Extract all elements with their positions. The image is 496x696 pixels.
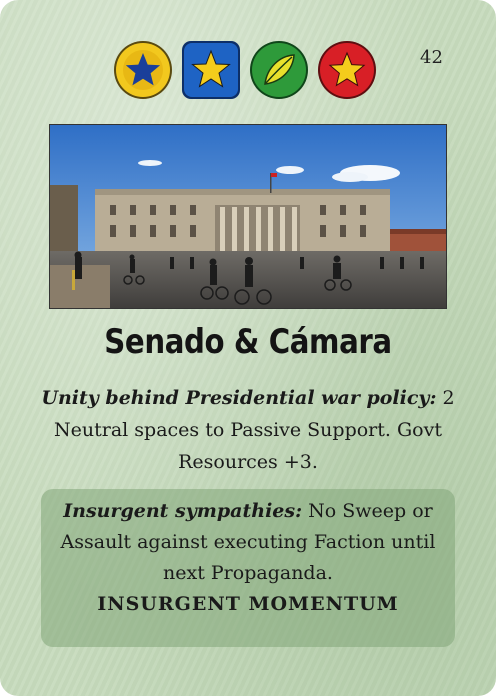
- shaded-event-heading: Insurgent sympathies:: [63, 500, 303, 522]
- shaded-event-box: Insurgent sympathies: No Sweep or Assaul…: [41, 489, 455, 647]
- event-card: 42 Senado & Cámara Unity behind Presiden…: [0, 0, 496, 696]
- card-number: 42: [420, 47, 443, 68]
- red-star-icon: [318, 41, 376, 99]
- event-photo: [49, 124, 447, 309]
- green-leaf-icon: [250, 41, 308, 99]
- yellow-star-icon: [114, 41, 172, 99]
- faction-order: [113, 40, 377, 100]
- blue-star-icon: [182, 41, 240, 99]
- momentum-label: INSURGENT MOMENTUM: [97, 593, 399, 615]
- unshaded-event-text: Unity behind Presidential war policy: 2 …: [40, 382, 456, 478]
- unshaded-event-heading: Unity behind Presidential war policy:: [41, 387, 437, 409]
- card-title: Senado & Cámara: [104, 322, 392, 362]
